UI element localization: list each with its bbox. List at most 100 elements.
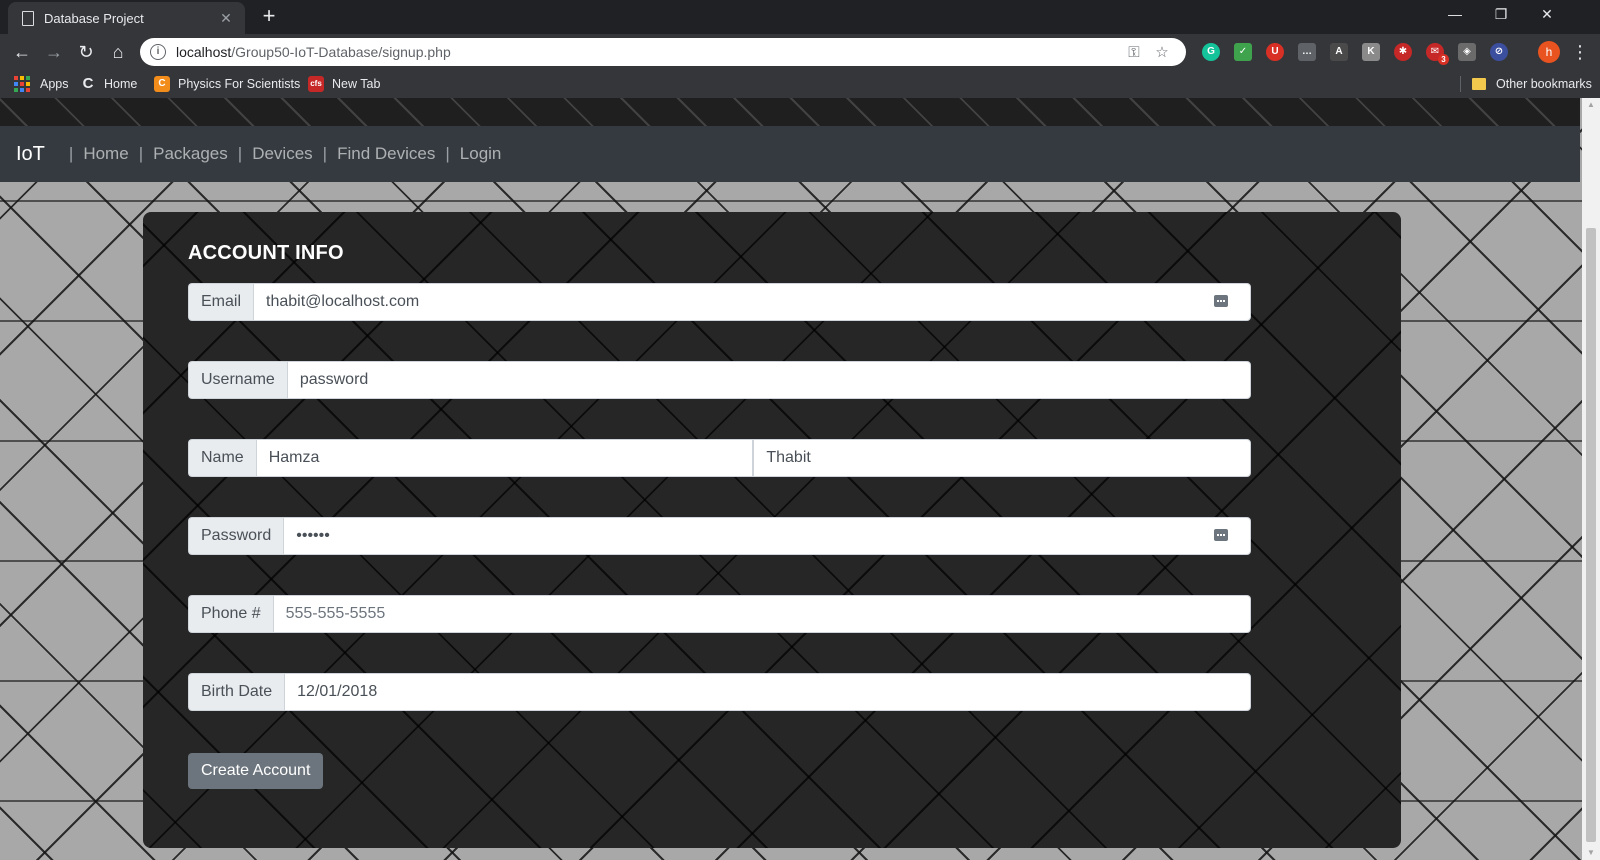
card-title: ACCOUNT INFO [188,242,344,264]
forward-arrow-icon[interactable]: → [40,38,68,66]
site-navbar: IoT | Home | Packages | Devices | Find D… [0,126,1580,182]
bookmark-home[interactable]: C Home [80,70,138,98]
email-field[interactable]: thabit@localhost.com [253,283,1251,321]
bookmarks-bar: Apps C Home C Physics For Scientists cfs… [0,70,1600,98]
chegg-icon: C [154,76,170,92]
nav-link-login[interactable]: Login [460,144,502,164]
bookmark-label: New Tab [332,77,381,91]
nav-separator: | [237,144,243,163]
c-logo-icon: C [82,75,94,92]
password-dots-icon[interactable]: … [1298,43,1316,61]
close-tab-icon[interactable]: ✕ [217,10,235,27]
password-manager-icon[interactable] [1214,295,1228,307]
folder-icon [1472,78,1486,90]
pdf-icon[interactable]: A [1330,43,1348,61]
info-icon[interactable]: i [150,44,166,60]
last-name-value: Thabit [766,449,811,466]
back-arrow-icon[interactable]: ← [8,38,36,66]
first-name-field[interactable]: Hamza [255,439,754,477]
email-label: Email [188,283,254,321]
password-label: Password [188,517,284,555]
password-manager-icon[interactable] [1214,529,1228,541]
nav-link-devices[interactable]: Devices [252,144,312,164]
nav-link-find-devices[interactable]: Find Devices [337,144,435,164]
browser-tab[interactable]: Database Project ✕ [8,2,245,34]
key-icon[interactable]: ⚿ [1120,44,1148,61]
star-icon[interactable]: ☆ [1148,43,1176,61]
shield-icon[interactable]: ◈ [1458,43,1476,61]
scroll-down-icon[interactable]: ▼ [1582,846,1600,860]
birth-date-label: Birth Date [188,673,285,711]
email-group: Email thabit@localhost.com [188,283,1251,321]
restore-button[interactable]: ❐ [1478,0,1524,30]
menu-dots-icon[interactable]: ⋮ [1570,40,1590,64]
email-value: thabit@localhost.com [266,293,420,310]
scroll-up-icon[interactable]: ▲ [1582,98,1600,112]
address-bar[interactable]: i localhost/Group50-IoT-Database/signup.… [140,38,1186,66]
name-group: Name Hamza Thabit [188,439,1251,477]
last-name-field[interactable]: Thabit [753,439,1251,477]
tab-strip: Database Project ✕ + — ❐ ✕ [0,0,1600,34]
bookmark-label: Apps [40,77,69,91]
url-host: localhost [176,44,232,60]
other-bookmarks[interactable]: Other bookmarks [1472,70,1592,98]
close-window-button[interactable]: ✕ [1524,0,1570,30]
scrollbar-thumb[interactable] [1586,228,1596,842]
ublock-icon[interactable]: U [1266,43,1284,61]
page-scrollbar[interactable]: ▲ ▼ [1582,98,1600,860]
signup-card: ACCOUNT INFO Email thabit@localhost.com … [143,212,1401,848]
home-icon[interactable]: ⌂ [104,38,132,66]
cfs-icon: cfs [308,76,324,92]
create-account-button[interactable]: Create Account [188,753,324,789]
first-name-value: Hamza [268,449,320,466]
birth-date-group: Birth Date 12/01/2018 [188,673,1251,711]
minimize-button[interactable]: — [1432,0,1478,30]
bookmark-label: Home [104,77,138,91]
other-bookmarks-label: Other bookmarks [1496,77,1592,91]
username-value: password [299,371,369,388]
navbar-brand[interactable]: IoT [16,143,45,166]
name-label: Name [188,439,256,477]
birth-date-value: 12/01/2018 [297,683,378,700]
bug-icon[interactable]: ✱ [1394,43,1412,61]
page-viewport: IoT | Home | Packages | Devices | Find D… [0,98,1600,860]
nav-separator: | [68,144,74,163]
document-icon [22,10,34,26]
header-pattern-band [0,98,1580,126]
browser-toolbar: ← → ↻ ⌂ i localhost/Group50-IoT-Database… [0,34,1600,70]
birth-date-field[interactable]: 12/01/2018 [284,673,1251,711]
phone-group: Phone # 555-555-5555 [188,595,1251,633]
grammarly-icon[interactable]: G [1202,43,1220,61]
apps-grid-icon [14,76,30,92]
nav-separator: | [138,144,144,163]
notification-extension-icon[interactable]: ✉ 3 [1426,43,1449,65]
nav-link-packages[interactable]: Packages [153,144,228,164]
extension-badge: 3 [1438,54,1449,65]
phone-field[interactable]: 555-555-5555 [272,595,1251,633]
reload-icon[interactable]: ↻ [72,38,100,66]
bookmark-new-tab[interactable]: cfs New Tab [308,70,380,98]
shield-check-icon[interactable]: ✓ [1234,43,1252,61]
phone-label: Phone # [188,595,273,633]
extension-k-icon[interactable]: K [1362,43,1380,61]
phone-placeholder: 555-555-5555 [285,605,386,622]
profile-avatar[interactable]: h [1538,41,1560,63]
url-text[interactable]: localhost/Group50-IoT-Database/signup.ph… [176,44,1120,60]
username-field[interactable]: password [286,361,1251,399]
bookmark-divider [1460,76,1461,92]
username-group: Username password [188,361,1251,399]
password-field[interactable]: •••••• [283,517,1251,555]
new-tab-button[interactable]: + [256,4,282,30]
username-label: Username [188,361,287,399]
nav-link-home[interactable]: Home [83,144,128,164]
password-group: Password •••••• [188,517,1251,555]
tab-title: Database Project [44,10,144,26]
nav-separator: | [322,144,328,163]
bookmark-label: Physics For Scientists [178,77,301,91]
bookmark-physics[interactable]: C Physics For Scientists [154,70,300,98]
blocked-icon[interactable]: ⊘ [1490,43,1508,61]
bookmark-apps[interactable]: Apps [14,70,69,98]
password-value: •••••• [296,527,330,544]
nav-separator: | [445,144,450,163]
url-path: /Group50-IoT-Database/signup.php [231,44,451,60]
